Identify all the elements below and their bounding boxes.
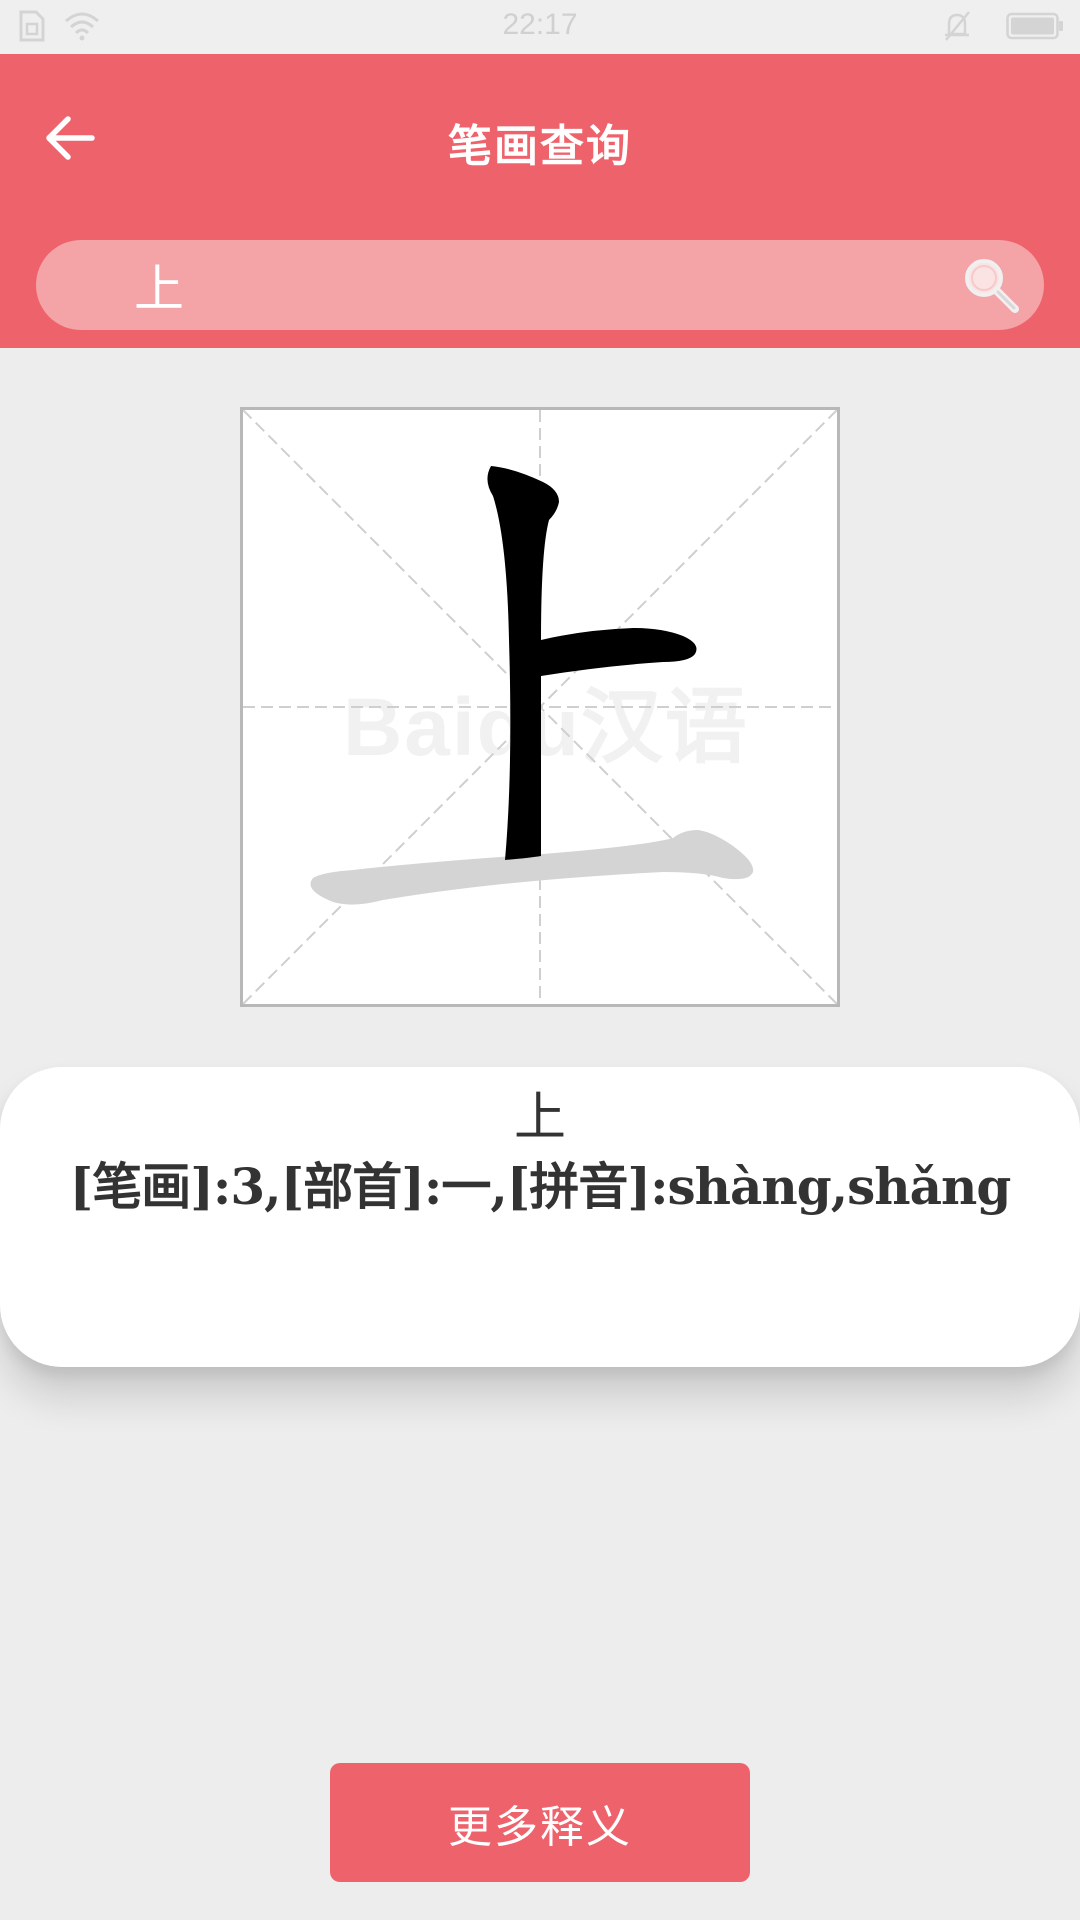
page-title: 笔画查询	[448, 121, 632, 172]
stroke-horizontal	[541, 628, 697, 676]
battery-icon	[1006, 12, 1064, 44]
search-input[interactable]	[94, 240, 914, 330]
header: 笔画查询	[0, 54, 1080, 348]
more-definitions-button[interactable]: 更多释义	[330, 1763, 750, 1882]
status-right-icons	[942, 10, 1064, 46]
status-time: 22:17	[502, 8, 578, 41]
search-icon[interactable]	[960, 254, 1022, 316]
mute-bell-icon	[942, 10, 972, 46]
info-detail: [笔画]:3,[部首]:一,[拼音]:shàng,shǎng	[69, 1157, 1012, 1216]
status-bar: 22:17	[0, 0, 1080, 54]
stroke-animation	[243, 410, 837, 1004]
info-character: 上	[513, 1088, 566, 1148]
character-info-card: 上 [笔画]:3,[部首]:一,[拼音]:shàng,shǎng	[0, 1067, 1080, 1367]
stroke-order-grid: Baidu汉语	[240, 407, 840, 1007]
search-bar	[36, 240, 1044, 330]
